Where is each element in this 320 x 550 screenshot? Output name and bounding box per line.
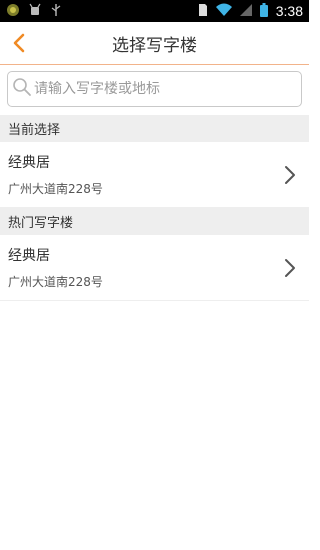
status-time: 3:38 [275,3,303,19]
item-address: 广州大道南228号 [8,182,103,196]
section-header-current: 当前选择 [0,115,309,142]
status-bar: 3:38 [0,0,309,22]
wifi-icon [215,2,232,21]
search-input[interactable] [34,81,301,97]
item-text: 经典居 广州大道南228号 [8,245,103,290]
android-debug-icon [28,2,42,21]
status-left [6,2,62,21]
sim-icon [198,2,208,21]
section-header-hot: 热门写字楼 [0,208,309,235]
item-name: 经典居 [8,155,50,171]
app-icon [6,2,20,21]
back-button[interactable] [6,30,32,56]
list-item[interactable]: 经典居 广州大道南228号 [0,142,309,208]
signal-icon [239,2,252,21]
search-icon [12,77,32,101]
header: 选择写字楼 [0,22,309,65]
item-name: 经典居 [8,248,50,264]
chevron-left-icon [13,33,25,53]
list-item[interactable]: 经典居 广州大道南228号 [0,235,309,301]
chevron-right-icon [285,165,295,184]
search-box[interactable] [7,71,302,107]
battery-icon [259,2,268,21]
item-address: 广州大道南228号 [8,275,103,289]
item-text: 经典居 广州大道南228号 [8,152,103,197]
search-bar [0,65,309,115]
usb-icon [50,2,62,21]
status-right: 3:38 [198,2,303,21]
chevron-right-icon [285,258,295,277]
page-title: 选择写字楼 [112,35,197,56]
